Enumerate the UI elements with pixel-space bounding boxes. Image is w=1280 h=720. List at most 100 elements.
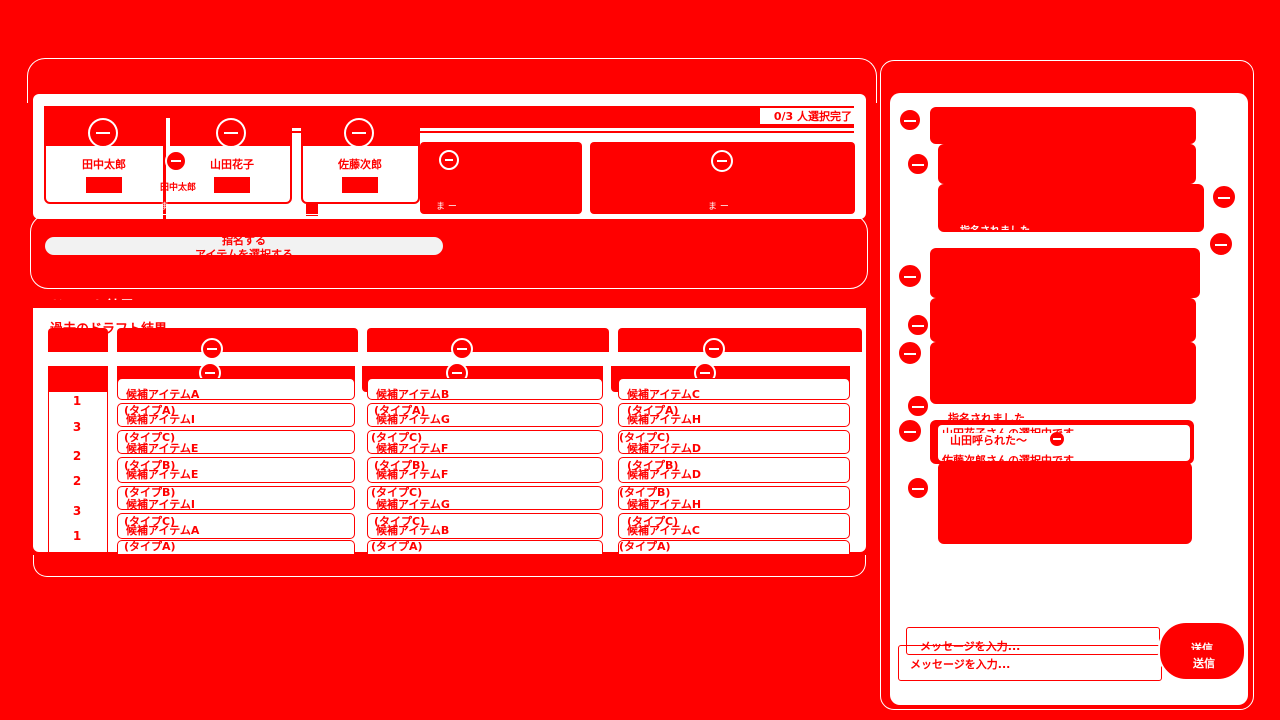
chat-emoji-icon [1050,432,1064,446]
chat-bubble [938,144,1196,184]
avatar-icon-player-2 [216,118,246,148]
rank-cell: 1 [72,394,82,408]
send-button[interactable] [1158,621,1246,681]
item-name: 候補アイテムG [376,413,450,426]
item-type: (タイプA) [619,540,671,553]
draft-item-cell[interactable]: (タイプC) 候補アイテムA [117,513,355,539]
player-select-button-2[interactable] [213,176,251,194]
item-type: (タイプA) [371,540,423,553]
item-type: (タイプB) [619,486,671,499]
item-name: 候補アイテムG [376,498,450,511]
draft-item-cell[interactable]: (タイプC) 候補アイテムD [618,430,850,454]
item-name: 候補アイテムE [126,442,199,455]
item-name: 候補アイテムB [376,524,450,537]
chat-bubble [938,462,1192,544]
ghost-mark-1: ま ー [160,202,181,212]
ghost-player-label: 田中太郎 [159,183,196,193]
chat-avatar-icon [906,476,930,500]
avatar-icon-player-3 [344,118,374,148]
chat-message-called: 山田呼られた〜 [950,434,1027,447]
draft-item-cell[interactable]: (タイプC) 候補アイテムF [367,430,603,454]
draft-item-cell[interactable]: (タイプC) 候補アイテムE [117,430,355,454]
send-button-label: 送信 [1191,642,1213,650]
draft-item-cell[interactable]: 候補アイテムC [618,378,850,400]
player-name-1: 田中太郎 [82,158,126,171]
chat-avatar-icon [906,313,930,337]
avatar-icon-player-1 [88,118,118,148]
chat-avatar-icon [1211,184,1237,210]
item-name: 候補アイテムA [126,388,200,401]
item-name: 候補アイテムD [627,442,702,455]
item-name: 候補アイテムH [627,498,702,511]
draft-item-cell[interactable]: (タイプA) 候補アイテムI [117,403,355,427]
player-name-2: 山田花子 [210,158,254,171]
chat-avatar-icon [897,263,923,289]
draft-item-cell[interactable]: (タイプC) 候補アイテムB [367,513,603,539]
draft-header-col-3 [618,328,862,352]
item-name: 候補アイテムI [126,413,195,426]
chat-message-selected: 指名されました [948,412,1025,420]
draft-item-cell[interactable]: (タイプA) 候補アイテムG [367,403,603,427]
chat-avatar-icon [897,418,923,444]
draft-item-cell[interactable]: (タイプA) [117,540,355,554]
chat-avatar-icon [897,340,923,366]
chat-bubble [930,298,1196,342]
draft-item-cell[interactable]: (タイプA) [367,540,603,554]
player-select-button-3[interactable] [341,176,379,194]
rank-cell: 3 [72,420,82,434]
draft-item-cell[interactable]: 候補アイテムA [117,378,355,400]
ghost-mark-2: ま ー [436,202,457,212]
chat-bubble [930,107,1196,144]
chat-message-sato: 佐藤次郎さんの選択中です [942,454,1074,461]
draft-item-cell[interactable]: (タイプB) 候補アイテムD [618,457,850,483]
draft-header-col-1 [117,328,358,352]
draft-item-cell[interactable]: (タイプB) 候補アイテムH [618,486,850,510]
chat-avatar-icon [906,152,930,176]
column-2-player-icon [451,338,473,360]
player-name-3: 佐藤次郎 [338,158,382,171]
item-name: 候補アイテムI [126,498,195,511]
ghost-avatar-icon-2 [439,150,459,170]
chat-bubble [930,248,1200,298]
draft-item-cell[interactable]: (タイプB) 候補アイテムE [117,457,355,483]
draft-item-cell[interactable]: (タイプB) 候補アイテムI [117,486,355,510]
item-name: 候補アイテムE [126,468,199,481]
item-type: (タイプC) [371,486,423,499]
chat-message-fragment: 指名されました [960,222,1030,230]
item-name: 候補アイテムD [627,468,702,481]
draft-item-cell[interactable]: (タイプA) 候補アイテムH [618,403,850,427]
item-name: 候補アイテムC [627,388,700,401]
rank-cell: 2 [72,449,82,463]
nominate-button-line2: アイテムを選択する [195,248,293,258]
rank-column-frame [48,392,108,552]
player-select-button-1[interactable] [85,176,123,194]
item-type: (タイプA) [124,540,176,553]
draft-header-col-2 [367,328,609,352]
rank-cell: 1 [72,529,82,543]
chat-message-fragment: 山田花子さんの選択中です [958,246,1078,254]
draft-item-cell[interactable]: (タイプB) 候補アイテムF [367,457,603,483]
rank-cell: 3 [72,504,82,518]
player-card-3-body [301,144,420,204]
item-name: 候補アイテムF [376,468,449,481]
draft-outer-frame [33,555,866,577]
send-button-label-ghost: 送信 [1193,657,1215,670]
draft-item-cell[interactable]: (タイプC) 候補アイテムC [618,513,850,539]
item-name: 候補アイテムA [126,524,200,537]
item-name: 候補アイテムC [627,524,700,537]
draft-header-rank [48,328,108,352]
chat-avatar-icon [1208,231,1234,257]
draft-item-cell[interactable]: (タイプC) 候補アイテムG [367,486,603,510]
item-name: 候補アイテムB [376,388,450,401]
ghost-mark-3: ま ー [708,202,729,212]
chat-bubble [930,342,1196,404]
ghost-avatar-icon-3 [711,150,733,172]
draft-item-cell[interactable]: (タイプA) [618,540,850,554]
item-type: (タイプB) [124,486,176,499]
draft-item-cell[interactable]: 候補アイテムB [367,378,603,400]
item-name: 候補アイテムH [627,413,702,426]
chat-input-placeholder-ghost: メッセージを入力... [910,656,1011,672]
chat-avatar-icon [898,108,922,132]
chat-avatar-icon [906,394,930,418]
selection-status: 0/3 人選択完了 [760,108,854,124]
